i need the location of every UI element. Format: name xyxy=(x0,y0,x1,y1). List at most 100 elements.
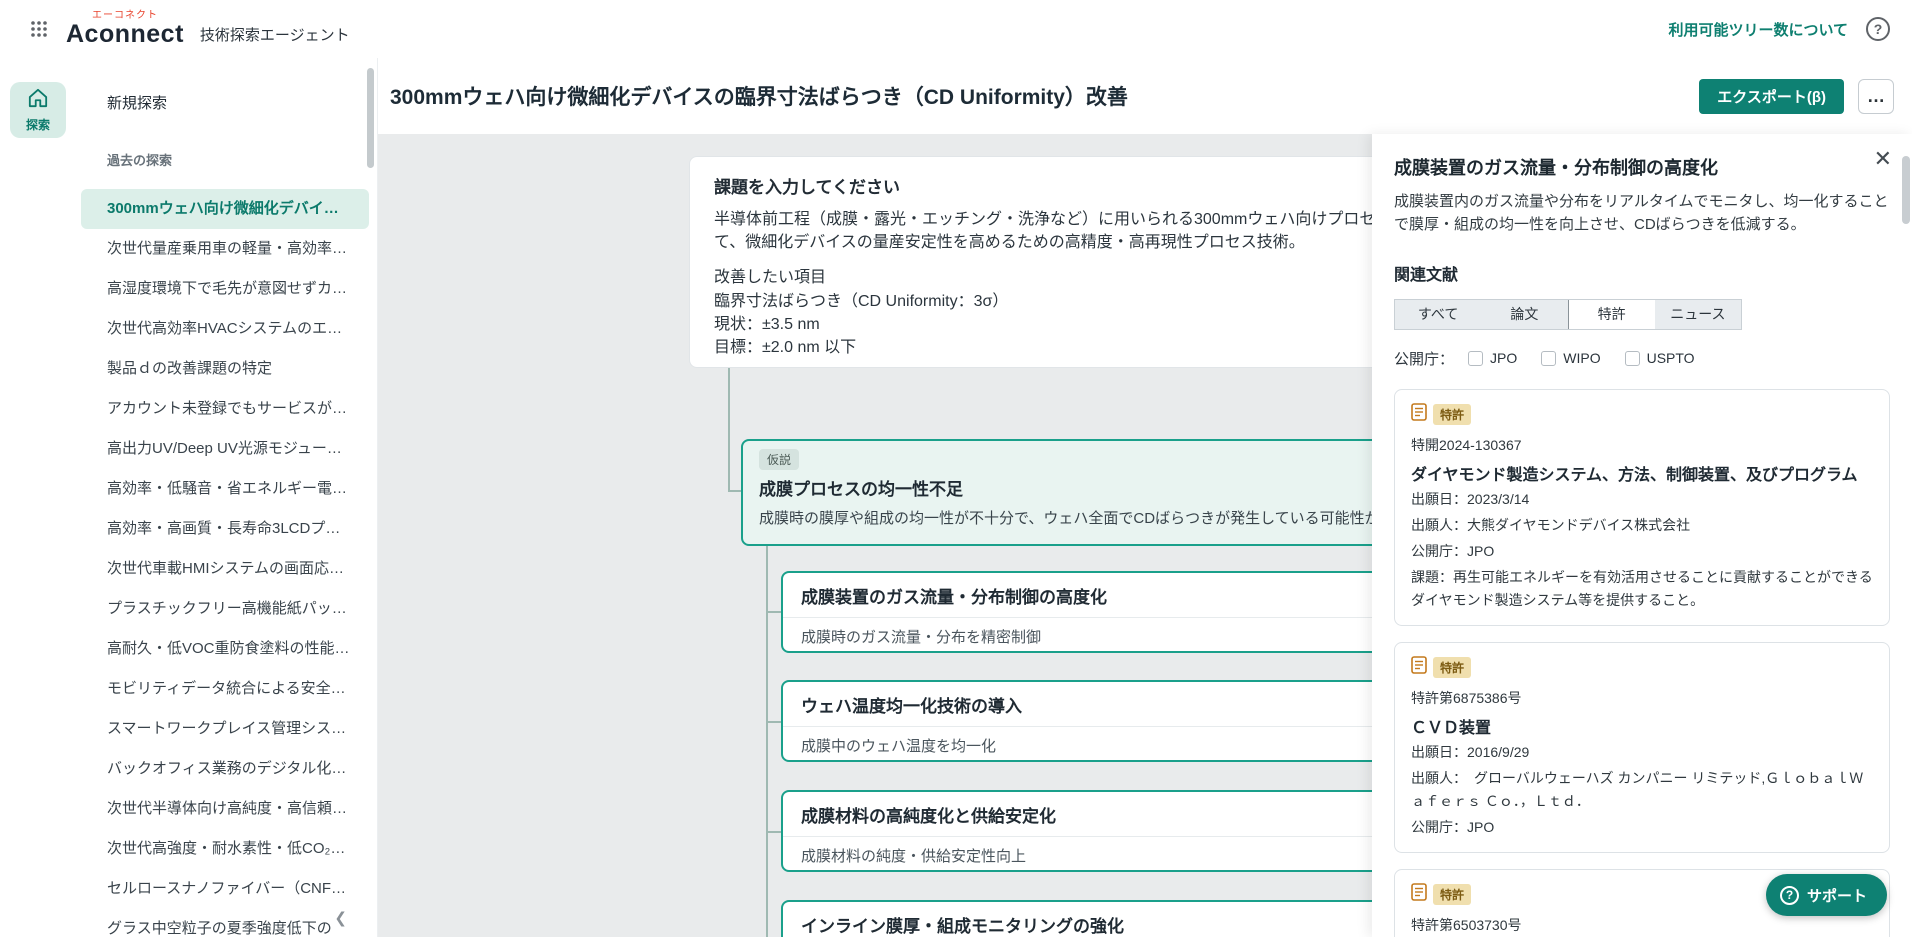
tree-connector xyxy=(766,546,768,937)
history-item[interactable]: 高効率・高画質・長寿命3LCDプ… xyxy=(81,509,369,549)
patent-result-list: 特許 特開2024-130367 ダイヤモンド製造システム、方法、制御装置、及び… xyxy=(1394,389,1890,937)
history-item[interactable]: 高耐久・低VOC重防食塗料の性能… xyxy=(81,629,369,669)
history-item-label: バックオフィス業務のデジタル化… xyxy=(107,760,346,777)
tree-connector xyxy=(766,611,782,613)
patent-office: 公開庁：JPO xyxy=(1411,816,1873,839)
detail-panel-title: 成膜装置のガス流量・分布制御の高度化 xyxy=(1394,154,1890,180)
office-filter-option[interactable]: USPTO xyxy=(1625,350,1695,366)
solution-node-desc: 成膜時のガス流量・分布を精密制御 xyxy=(783,617,1439,653)
history-item[interactable]: 製品ｄの改善課題の特定 xyxy=(81,349,369,389)
history-item[interactable]: アカウント未登録でもサービスが… xyxy=(81,389,369,429)
sidebar-scrollbar[interactable] xyxy=(367,68,374,168)
history-item-label: 次世代量産乗用車の軽量・高効率… xyxy=(107,240,347,257)
history-sidebar: 新規探索 過去の探索 300mmウェハ向け微細化デバイ… 次世代量産乗用車の軽量… xyxy=(73,58,378,937)
office-options: JPO WIPO USPTO xyxy=(1468,350,1695,366)
history-item[interactable]: 次世代量産乗用車の軽量・高効率… xyxy=(81,229,369,269)
left-rail: 探索 xyxy=(0,58,73,937)
patent-number: 特許第6875386号 xyxy=(1411,688,1873,708)
patent-type-badge: 特許 xyxy=(1433,657,1471,678)
history-item[interactable]: 高出力UV/Deep UV光源モジュー… xyxy=(81,429,369,469)
patent-filing-date: 出願日：2023/3/14 xyxy=(1411,488,1873,511)
literature-tab[interactable]: 論文 xyxy=(1481,300,1567,329)
patent-document-icon xyxy=(1411,403,1427,426)
solution-node-wafer-temperature[interactable]: ウェハ温度均一化技術の導入 成膜中のウェハ温度を均一化 xyxy=(781,680,1441,762)
literature-tab[interactable]: ニュース xyxy=(1655,300,1741,329)
history-item[interactable]: 次世代高効率HVACシステムのエ… xyxy=(81,309,369,349)
close-icon[interactable]: ✕ xyxy=(1874,148,1892,170)
history-item-label: 次世代高効率HVACシステムのエ… xyxy=(107,320,342,337)
history-item-label: 300mmウェハ向け微細化デバイ… xyxy=(107,200,339,217)
sidebar-collapse-button[interactable]: ❮ xyxy=(334,909,347,927)
solution-node-material-purity[interactable]: 成膜材料の高純度化と供給安定化 成膜材料の純度・供給安定性向上 xyxy=(781,790,1441,872)
more-options-button[interactable]: … xyxy=(1858,79,1894,114)
history-item[interactable]: 次世代高強度・耐水素性・低CO₂… xyxy=(81,829,369,869)
history-item-label: プラスチックフリー高機能紙パッ… xyxy=(107,600,347,617)
solution-node-title: インライン膜厚・組成モニタリングの強化 xyxy=(783,902,1439,937)
tree-connector xyxy=(766,721,782,723)
available-trees-link[interactable]: 利用可能ツリー数について xyxy=(1668,19,1848,40)
header-actions: 利用可能ツリー数について ? xyxy=(1668,17,1890,41)
checkbox[interactable] xyxy=(1625,351,1640,366)
history-item-label: 高効率・高画質・長寿命3LCDプ… xyxy=(107,520,340,537)
app-header: エーコネクト Aconnect 技術探索エージェント 利用可能ツリー数について … xyxy=(0,0,1912,58)
hypothesis-desc: 成膜時の膜厚や組成の均一性が不十分で、ウェハ全面でCDばらつきが発生している可能… xyxy=(759,507,1433,528)
history-list: 300mmウェハ向け微細化デバイ… 次世代量産乗用車の軽量・高効率… 高湿度環境… xyxy=(73,189,377,937)
patent-badge-row: 特許 xyxy=(1411,656,1873,679)
help-icon[interactable]: ? xyxy=(1866,17,1890,41)
history-item[interactable]: 次世代車載HMIシステムの画面応… xyxy=(81,549,369,589)
history-item[interactable]: バックオフィス業務のデジタル化… xyxy=(81,749,369,789)
history-item-label: 高出力UV/Deep UV光源モジュー… xyxy=(107,440,342,457)
history-item-label: グラス中空粒子の夏季強度低下の xyxy=(107,920,332,937)
tree-connector xyxy=(766,831,782,833)
patent-card[interactable]: 特許 特許第6875386号 ＣＶＤ装置 出願日：2016/9/29 出願人： … xyxy=(1394,642,1890,853)
app-root: エーコネクト Aconnect 技術探索エージェント 利用可能ツリー数について … xyxy=(0,0,1912,937)
page-title: 300mmウェハ向け微細化デバイスの臨界寸法ばらつき（CD Uniformity… xyxy=(390,81,1699,111)
export-button[interactable]: エクスポート(β) xyxy=(1699,79,1844,114)
history-item[interactable]: セルロースナノファイバー（CNF… xyxy=(81,869,369,909)
history-item[interactable]: 次世代半導体向け高純度・高信頼… xyxy=(81,789,369,829)
support-button[interactable]: ? サポート xyxy=(1766,874,1887,916)
rail-item-explore[interactable]: 探索 xyxy=(10,82,66,138)
history-item[interactable]: モビリティデータ統合による安全… xyxy=(81,669,369,709)
history-item[interactable]: プラスチックフリー高機能紙パッ… xyxy=(81,589,369,629)
patent-number: 特許第6503730号 xyxy=(1411,915,1873,935)
office-filter-option[interactable]: JPO xyxy=(1468,350,1517,366)
patent-document-icon xyxy=(1411,656,1427,679)
history-item-label: 高効率・低騒音・省エネルギー電… xyxy=(107,480,347,497)
home-icon xyxy=(27,88,49,113)
office-filter-option[interactable]: WIPO xyxy=(1541,350,1600,366)
solution-node-inline-monitoring[interactable]: インライン膜厚・組成モニタリングの強化 xyxy=(781,900,1441,937)
history-item[interactable]: 高湿度環境下で毛先が意図せずカ… xyxy=(81,269,369,309)
detail-panel-description: 成膜装置内のガス流量や分布をリアルタイムでモニタし、均一化することで膜厚・組成の… xyxy=(1394,190,1890,237)
checkbox[interactable] xyxy=(1541,351,1556,366)
patent-card[interactable]: 特許 特開2024-130367 ダイヤモンド製造システム、方法、制御装置、及び… xyxy=(1394,389,1890,626)
tab-label: 論文 xyxy=(1510,304,1538,324)
patent-problem: 課題：再生可能エネルギーを有効活用させることに貢献することができるダイヤモンド製… xyxy=(1411,566,1873,612)
history-item[interactable]: 300mmウェハ向け微細化デバイ… xyxy=(81,189,369,229)
hypothesis-node[interactable]: 仮説 成膜プロセスの均一性不足 成膜時の膜厚や組成の均一性が不十分で、ウェハ全面… xyxy=(741,439,1451,546)
history-item[interactable]: 高効率・低騒音・省エネルギー電… xyxy=(81,469,369,509)
literature-tab[interactable]: 特許 xyxy=(1568,300,1655,329)
tree-connector xyxy=(728,368,730,491)
problem-metric: 臨界寸法ばらつき（CD Uniformity：3σ） xyxy=(714,290,1484,313)
related-literature-heading: 関連文献 xyxy=(1394,261,1890,285)
solution-node-gas-flow-control[interactable]: 成膜装置のガス流量・分布制御の高度化 成膜時のガス流量・分布を精密制御 xyxy=(781,571,1441,653)
literature-tab[interactable]: すべて xyxy=(1395,300,1481,329)
new-search-button[interactable]: 新規探索 xyxy=(73,84,377,124)
rail-item-label: 探索 xyxy=(26,116,50,133)
office-option-label: WIPO xyxy=(1563,350,1600,366)
panel-scrollbar[interactable] xyxy=(1902,156,1910,224)
hypothesis-title: 成膜プロセスの均一性不足 xyxy=(759,475,1433,500)
office-filter-label: 公開庁： xyxy=(1394,348,1454,369)
history-item-label: 高耐久・低VOC重防食塗料の性能… xyxy=(107,640,350,657)
checkbox[interactable] xyxy=(1468,351,1483,366)
history-item-label: スマートワークプレイス管理シス… xyxy=(107,720,346,737)
history-item[interactable]: グラス中空粒子の夏季強度低下の xyxy=(81,909,369,937)
brand-logo[interactable]: エーコネクト Aconnect xyxy=(66,11,184,47)
solution-node-title: ウェハ温度均一化技術の導入 xyxy=(783,682,1439,726)
patent-filing-date: 出願日：2016/9/29 xyxy=(1411,741,1873,764)
tab-label: ニュース xyxy=(1670,304,1725,324)
history-item[interactable]: スマートワークプレイス管理シス… xyxy=(81,709,369,749)
history-item-label: 次世代車載HMIシステムの画面応… xyxy=(107,560,344,577)
apps-grid-icon[interactable] xyxy=(22,12,56,46)
